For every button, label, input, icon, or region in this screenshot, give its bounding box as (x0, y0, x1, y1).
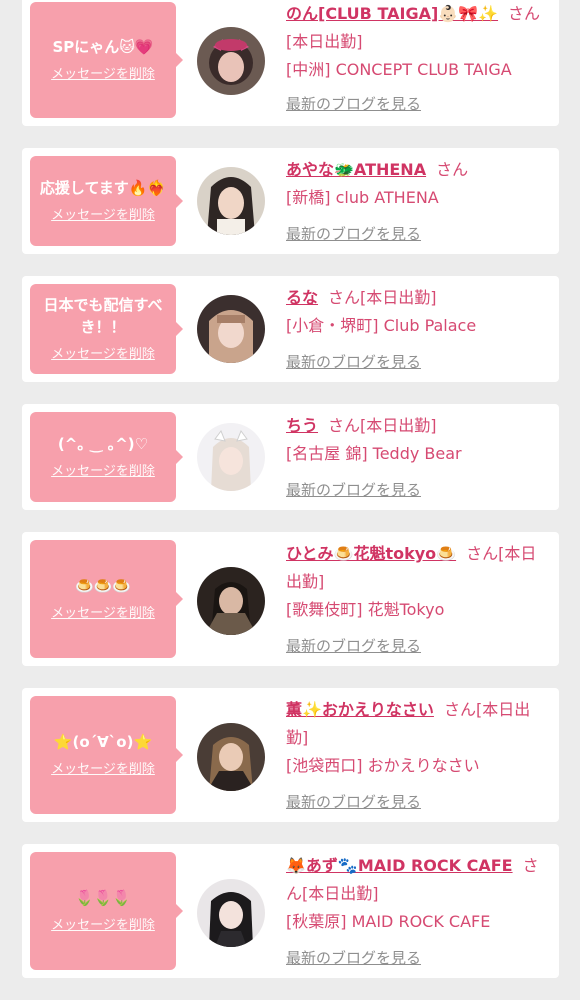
cast-name-link[interactable]: のん[CLUB TAIGA]👶🏻🎀✨ (286, 4, 498, 23)
status-badge: [本日出勤] (360, 288, 437, 307)
honorific: さん (328, 416, 361, 435)
avatar[interactable] (197, 27, 265, 95)
avatar[interactable] (197, 295, 265, 363)
honorific: さん (436, 160, 469, 179)
cast-photo (197, 423, 265, 491)
cast-photo (197, 27, 265, 95)
message-text: 🍮🍮🍮 (74, 577, 132, 595)
message-bubble: 応援してます🔥❤️‍🔥 メッセージを削除 (30, 156, 183, 246)
cast-name-link[interactable]: るな (286, 288, 318, 307)
message-bubble: 日本でも配信すべき！！ メッセージを削除 (30, 284, 183, 374)
list-item: 日本でも配信すべき！！ メッセージを削除 るな さん[本日出勤] [小倉・堺町] … (22, 276, 559, 382)
cast-info: ちう さん[本日出勤] [名古屋 錦] Teddy Bear (286, 412, 548, 468)
list-item: 🌷🌷🌷 メッセージを削除 🦊あず🐾MAID ROCK CAFE さん[本日出勤] … (22, 844, 559, 978)
delete-message-button[interactable]: メッセージを削除 (51, 605, 155, 623)
cast-photo (197, 167, 265, 235)
cast-name-link[interactable]: 🦊あず🐾MAID ROCK CAFE (286, 856, 513, 875)
avatar[interactable] (197, 723, 265, 791)
cast-info: 薫✨おかえりなさい さん[本日出勤] [池袋西口] おかえりなさい (286, 696, 548, 780)
cast-photo (197, 295, 265, 363)
shop-name: [池袋西口] おかえりなさい (286, 756, 480, 775)
cast-info: るな さん[本日出勤] [小倉・堺町] Club Palace (286, 284, 548, 340)
list-item: (^｡ ‿ ｡^)♡ メッセージを削除 ちう さん[本日出勤] [名古屋 錦] T… (22, 404, 559, 510)
list-item: SPにゃん🐱💗 メッセージを削除 のん[CLUB TAIGA]👶🏻🎀✨ さん [本日… (22, 0, 559, 126)
message-bubble: ⭐(o´∀`o)⭐ メッセージを削除 (30, 696, 183, 814)
delete-message-button[interactable]: メッセージを削除 (51, 66, 155, 84)
message-bubble: 🌷🌷🌷 メッセージを削除 (30, 852, 183, 970)
cast-info: ひとみ🍮花魁tokyo🍮 さん[本日出勤] [歌舞伎町] 花魁Tokyo (286, 540, 548, 624)
avatar[interactable] (197, 167, 265, 235)
cast-name-link[interactable]: 薫✨おかえりなさい (286, 700, 434, 719)
message-bubble: SPにゃん🐱💗 メッセージを削除 (30, 2, 183, 118)
shop-name: [秋葉原] MAID ROCK CAFE (286, 912, 491, 931)
honorific: さん (508, 4, 541, 23)
message-bubble: (^｡ ‿ ｡^)♡ メッセージを削除 (30, 412, 183, 502)
cast-photo (197, 567, 265, 635)
avatar[interactable] (197, 567, 265, 635)
cast-info: あやな🐲ATHENA さん [新橋] club ATHENA (286, 156, 548, 212)
shop-name: [歌舞伎町] 花魁Tokyo (286, 600, 445, 619)
message-bubble: 🍮🍮🍮 メッセージを削除 (30, 540, 183, 658)
shop-name: [小倉・堺町] Club Palace (286, 316, 477, 335)
delete-message-button[interactable]: メッセージを削除 (51, 761, 155, 779)
delete-message-button[interactable]: メッセージを削除 (51, 346, 155, 364)
cast-name-link[interactable]: ちう (286, 416, 318, 435)
message-text: SPにゃん🐱💗 (52, 38, 154, 56)
delete-message-button[interactable]: メッセージを削除 (51, 463, 155, 481)
shop-name: [中洲] CONCEPT CLUB TAIGA (286, 60, 512, 79)
blog-link[interactable]: 最新のブログを見る (286, 636, 421, 656)
list-item: 🍮🍮🍮 メッセージを削除 ひとみ🍮花魁tokyo🍮 さん[本日出勤] [歌舞伎町]… (22, 532, 559, 666)
honorific: さん (466, 544, 499, 563)
cast-message-list: SPにゃん🐱💗 メッセージを削除 のん[CLUB TAIGA]👶🏻🎀✨ さん[本日… (0, 0, 580, 1000)
blog-link[interactable]: 最新のブログを見る (286, 94, 421, 114)
message-text: 応援してます🔥❤️‍🔥 (39, 179, 167, 197)
cast-info: 🦊あず🐾MAID ROCK CAFE さん[本日出勤] [秋葉原] MAID RO… (286, 852, 548, 936)
cast-info: のん[CLUB TAIGA]👶🏻🎀✨ さん [本日出勤] [中洲] CONCEPT … (286, 0, 548, 84)
cast-photo (197, 879, 265, 947)
blog-link[interactable]: 最新のブログを見る (286, 352, 421, 372)
avatar[interactable] (197, 879, 265, 947)
honorific: さん (328, 288, 361, 307)
blog-link[interactable]: 最新のブログを見る (286, 948, 421, 968)
delete-message-button[interactable]: メッセージを削除 (51, 207, 155, 225)
status-badge: [本日出勤] (302, 884, 379, 903)
shop-name: [名古屋 錦] Teddy Bear (286, 444, 462, 463)
blog-link[interactable]: 最新のブログを見る (286, 480, 421, 500)
status-badge: [本日出勤] (360, 416, 437, 435)
message-text: ⭐(o´∀`o)⭐ (53, 733, 153, 751)
delete-message-button[interactable]: メッセージを削除 (51, 917, 155, 935)
message-text: 日本でも配信すべき！！ (43, 296, 163, 336)
honorific: さん (443, 700, 476, 719)
status-badge: [本日出勤] (286, 32, 363, 51)
cast-photo (197, 723, 265, 791)
blog-link[interactable]: 最新のブログを見る (286, 224, 421, 244)
list-item: 応援してます🔥❤️‍🔥 メッセージを削除 あやな🐲ATHENA さん [新橋] c… (22, 148, 559, 254)
list-item: ⭐(o´∀`o)⭐ メッセージを削除 薫✨おかえりなさい さん[本日出勤] [池袋… (22, 688, 559, 822)
avatar[interactable] (197, 423, 265, 491)
message-text: 🌷🌷🌷 (74, 889, 132, 907)
cast-name-link[interactable]: あやな🐲ATHENA (286, 160, 426, 179)
cast-name-link[interactable]: ひとみ🍮花魁tokyo🍮 (286, 544, 456, 563)
blog-link[interactable]: 最新のブログを見る (286, 792, 421, 812)
message-text: (^｡ ‿ ｡^)♡ (57, 435, 149, 453)
shop-name: [新橋] club ATHENA (286, 188, 439, 207)
